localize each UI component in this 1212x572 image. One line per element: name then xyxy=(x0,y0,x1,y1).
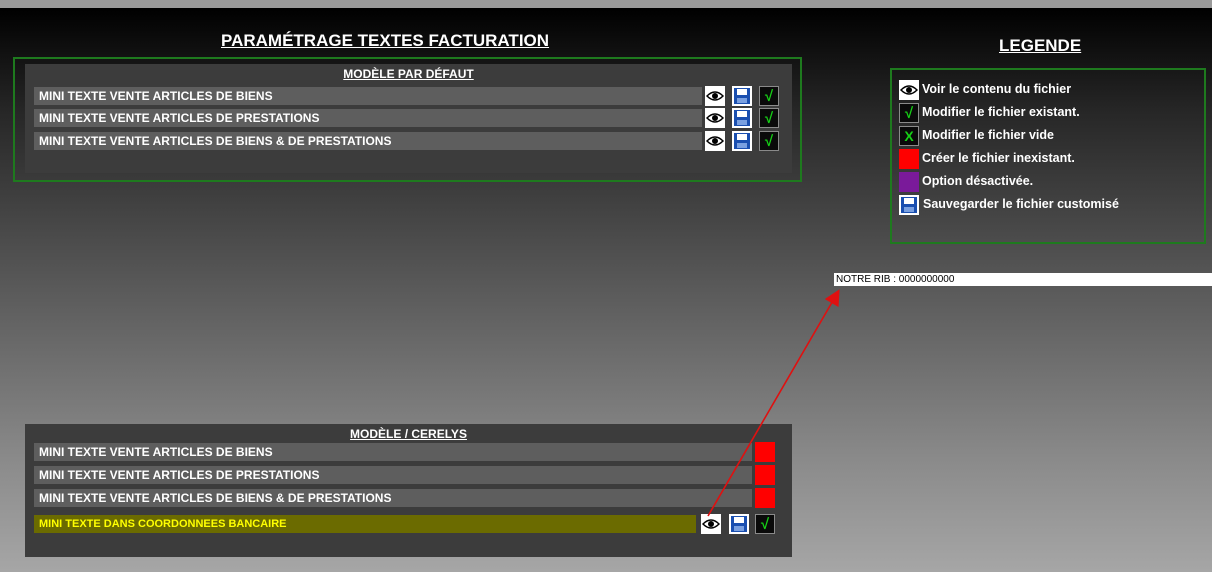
eye-icon[interactable] xyxy=(705,86,725,106)
default-row-biens: MINI TEXTE VENTE ARTICLES DE BIENS xyxy=(34,87,702,105)
legend-label: Modifier le fichier vide xyxy=(922,128,1054,142)
red-square-icon[interactable] xyxy=(755,488,775,508)
floppy-disk-icon[interactable] xyxy=(729,514,749,534)
cerelys-model-title: MODÈLE / CERELYS xyxy=(350,427,467,441)
floppy-disk-icon[interactable] xyxy=(732,108,752,128)
default-row-prestations: MINI TEXTE VENTE ARTICLES DE PRESTATIONS xyxy=(34,109,702,127)
cerelys-row-coordonnees-bancaire: MINI TEXTE DANS COORDONNEES BANCAIRE xyxy=(34,515,696,533)
purple-square-icon xyxy=(899,172,919,192)
legend-label: Sauvegarder le fichier customisé xyxy=(923,197,1119,211)
cerelys-row-biens: MINI TEXTE VENTE ARTICLES DE BIENS xyxy=(34,443,752,461)
legend-label: Option désactivée. xyxy=(922,174,1034,188)
floppy-disk-icon[interactable] xyxy=(732,86,752,106)
floppy-disk-icon[interactable] xyxy=(732,131,752,151)
eye-icon[interactable] xyxy=(701,514,721,534)
legend-label: Créer le fichier inexistant. xyxy=(922,151,1075,165)
floppy-disk-icon xyxy=(899,195,919,215)
checkmark-icon[interactable]: √ xyxy=(759,131,779,151)
red-square-icon[interactable] xyxy=(755,465,775,485)
checkmark-icon[interactable]: √ xyxy=(759,108,779,128)
legend-title: LEGENDE xyxy=(999,36,1082,55)
checkmark-icon: √ xyxy=(899,103,919,123)
checkmark-icon[interactable]: √ xyxy=(759,86,779,106)
cerelys-row-prestations: MINI TEXTE VENTE ARTICLES DE PRESTATIONS xyxy=(34,466,752,484)
eye-icon[interactable] xyxy=(705,108,725,128)
x-mark-icon: X xyxy=(899,126,919,146)
eye-icon[interactable] xyxy=(705,131,725,151)
default-row-biens-prestations: MINI TEXTE VENTE ARTICLES DE BIENS & DE … xyxy=(34,132,702,150)
eye-icon xyxy=(899,80,919,100)
red-square-icon[interactable] xyxy=(755,442,775,462)
rib-preview-text: NOTRE RIB : 0000000000 xyxy=(834,273,1212,286)
page-title: PARAMÉTRAGE TEXTES FACTURATION xyxy=(221,31,550,50)
checkmark-icon[interactable]: √ xyxy=(755,514,775,534)
default-model-title: MODÈLE PAR DÉFAUT xyxy=(343,67,474,81)
legend-label: Voir le contenu du fichier xyxy=(922,82,1072,96)
red-square-icon xyxy=(899,149,919,169)
cerelys-row-biens-prestations: MINI TEXTE VENTE ARTICLES DE BIENS & DE … xyxy=(34,489,752,507)
legend-label: Modifier le fichier existant. xyxy=(922,105,1080,119)
